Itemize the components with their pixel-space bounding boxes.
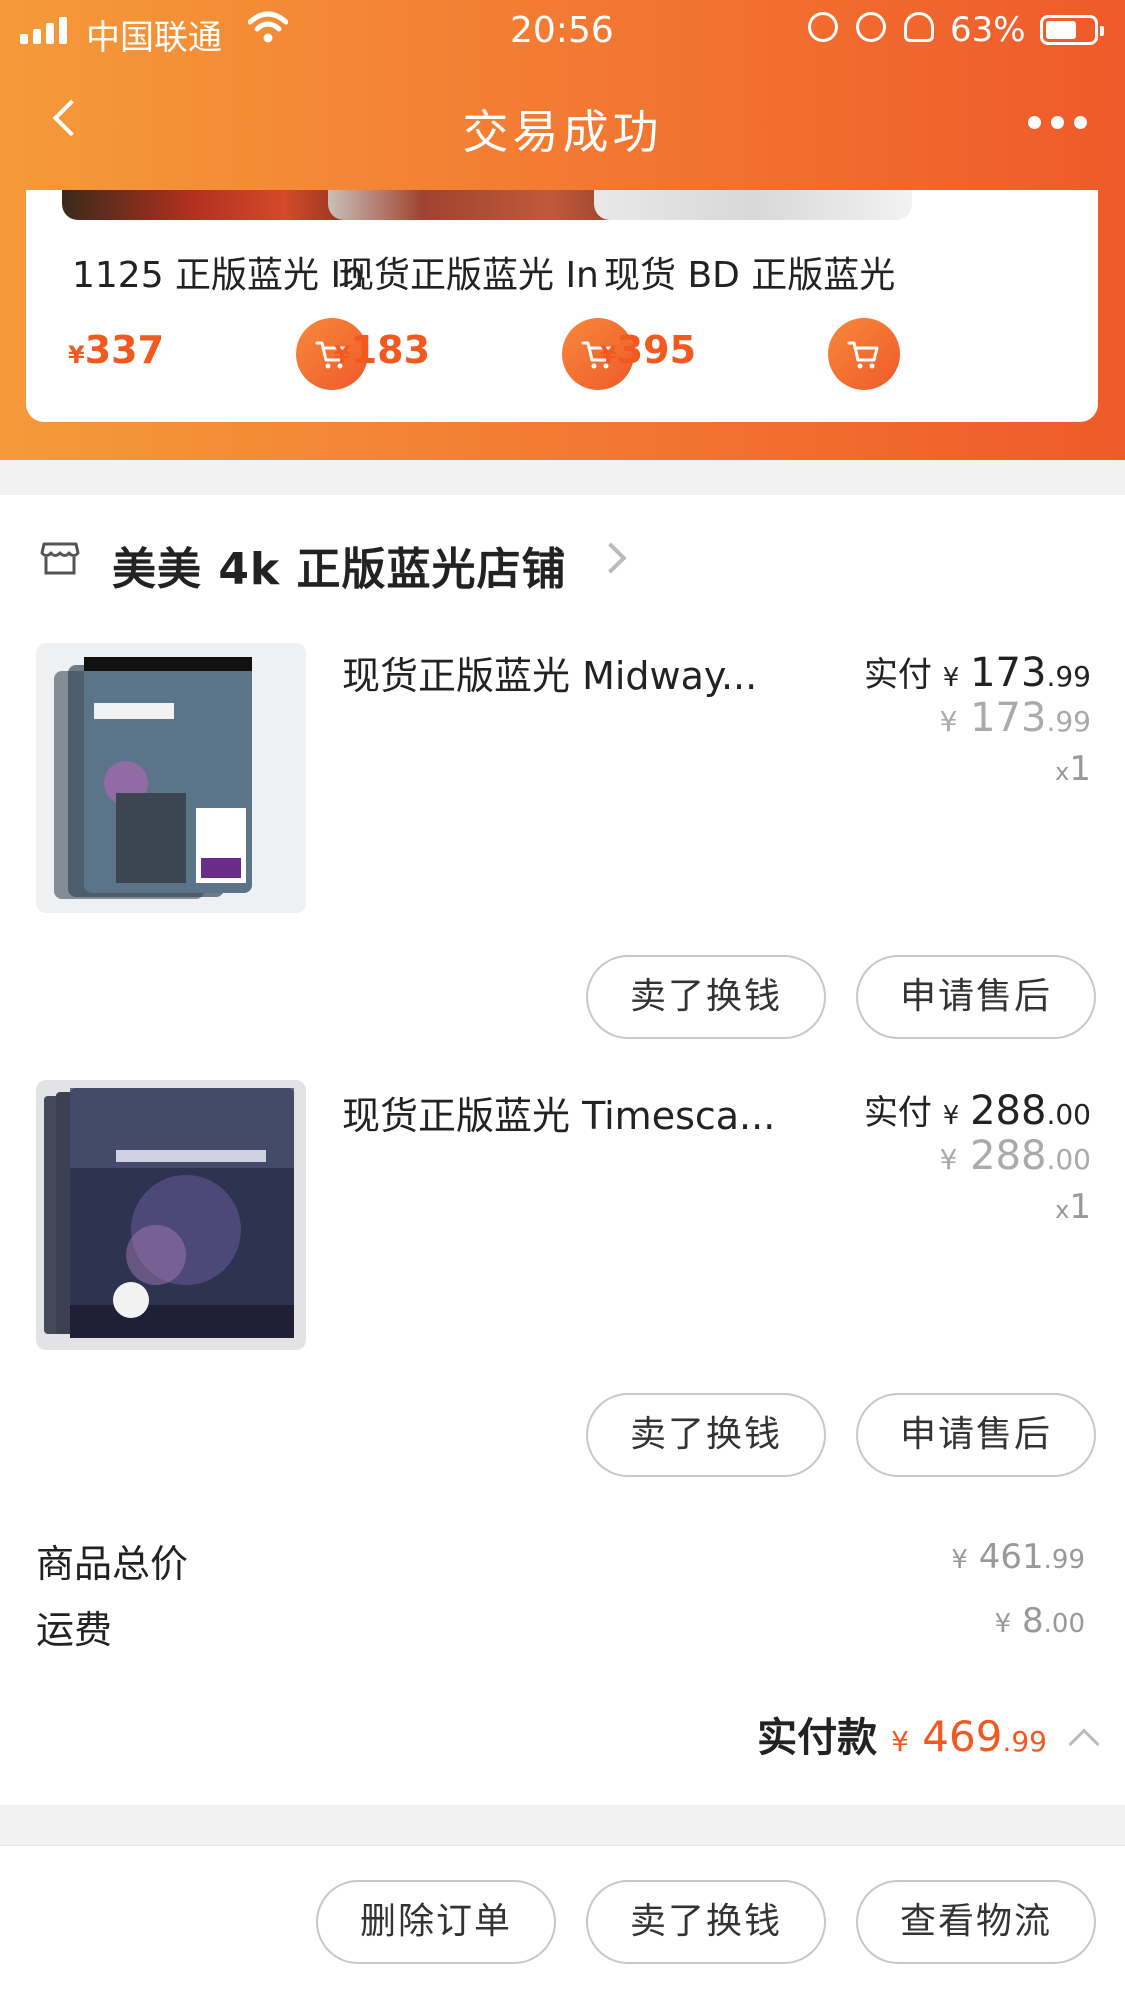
clock: 20:56 [510,10,614,51]
total-paid-value: ¥ 469.99 [891,1712,1047,1761]
bottom-action-bar: 删除订单 卖了换钱 查看物流 [0,1845,1125,2001]
product-image[interactable] [36,1080,306,1350]
after-sales-button[interactable]: 申请售后 [856,1393,1096,1477]
recommendation-price: ¥183 [334,328,431,372]
recommendation-price: ¥337 [68,328,165,372]
alarm-icon [856,12,886,42]
shipping-value: ¥ 8.00 [994,1601,1085,1641]
battery-percent: 63% [950,10,1026,50]
shop-name[interactable]: 美美 4k 正版蓝光店铺 [112,533,567,597]
page-title: 交易成功 [462,105,663,159]
add-to-cart-button[interactable] [828,318,900,390]
chevron-up-icon[interactable] [1068,1728,1100,1760]
sell-button[interactable]: 卖了换钱 [586,1880,826,1964]
status-bar: 中国联通 20:56 63% [0,0,1125,60]
quantity: x1 [1055,1187,1091,1227]
recommendation-item[interactable]: 现货 BD 正版蓝光 ¥395 [558,190,912,422]
product-image[interactable] [36,643,306,913]
nav-bar: 交易成功 [0,60,1125,190]
goods-total-label: 商品总价 [36,1542,189,1586]
rotation-lock-icon [808,12,838,42]
original-price: ¥ 288.00 [939,1133,1091,1179]
total-paid-row[interactable]: 实付款 ¥ 469.99 [757,1705,1100,1763]
battery-icon [1040,15,1104,45]
recommendation-card: 1125 正版蓝光 In ¥337 现货正版蓝光 In ¥183 现货 BD 正… [26,190,1098,422]
goods-total-value: ¥ 461.99 [951,1537,1085,1577]
view-logistics-button[interactable]: 查看物流 [856,1880,1096,1964]
original-price: ¥ 173.99 [939,695,1091,741]
carrier-name: 中国联通 [86,18,222,58]
shipping-label: 运费 [36,1608,113,1652]
wifi-icon [248,11,288,43]
more-icon[interactable] [1028,116,1087,129]
headphones-icon [904,12,934,42]
paid-price: 实付 ¥ 173.99 [863,650,1091,696]
signal-icon [20,16,67,44]
after-sales-button[interactable]: 申请售后 [856,955,1096,1039]
product-title[interactable]: 现货正版蓝光 Timesca... [342,1085,775,1140]
paid-price: 实付 ¥ 288.00 [863,1088,1091,1134]
total-paid-label: 实付款 [757,1715,878,1761]
chevron-right-icon[interactable] [595,542,627,574]
cart-icon [847,341,879,369]
recommendation-name: 现货 BD 正版蓝光 [604,255,896,296]
delete-order-button[interactable]: 删除订单 [316,1880,556,1964]
recommendation-thumbnail [594,190,912,220]
recommendation-price: ¥395 [600,328,697,372]
sell-item-button[interactable]: 卖了换钱 [586,1393,826,1477]
order-panel: 美美 4k 正版蓝光店铺 现货正版蓝光 Midway... 实付 ¥ 173.9… [0,495,1125,1805]
product-title[interactable]: 现货正版蓝光 Midway... [342,645,757,700]
shop-icon [40,542,80,575]
quantity: x1 [1055,749,1091,789]
sell-item-button[interactable]: 卖了换钱 [586,955,826,1039]
